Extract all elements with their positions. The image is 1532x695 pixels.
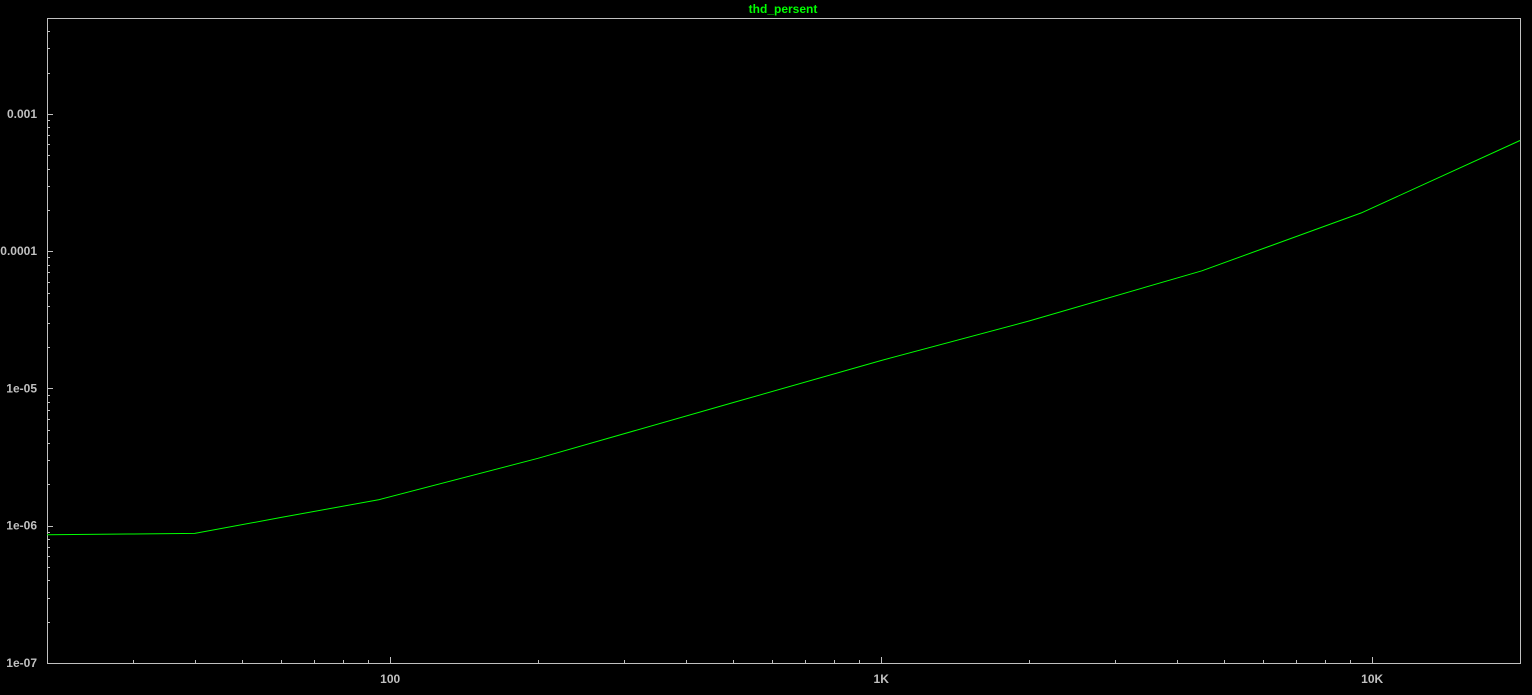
x-tick-label: 1K (874, 672, 890, 686)
x-tick-label: 10K (1361, 672, 1383, 686)
x-axis: 100 1K 10K (47, 657, 1521, 686)
plot-frame (47, 18, 1521, 664)
y-tick-label: 1e-06 (6, 519, 37, 533)
y-tick-label: 1e-05 (6, 381, 37, 395)
y-tick-label: 0.001 (7, 107, 37, 121)
series-line (46, 140, 1521, 536)
y-tick-label: 1e-07 (6, 656, 37, 670)
chart-svg: thd_persent 100 1K 10K 1e-07 1e-06 1e-05 0.00… (0, 2, 1521, 686)
x-tick-label: 100 (380, 672, 400, 686)
y-tick-label: 0.0001 (0, 244, 37, 258)
chart-title: thd_persent (749, 2, 818, 16)
y-axis: 1e-07 1e-06 1e-05 0.0001 0.001 (0, 18, 53, 670)
plot-window: thd_persent 100 1K 10K 1e-07 1e-06 1e-05 0.00… (0, 0, 1532, 690)
series-layer (46, 140, 1521, 536)
